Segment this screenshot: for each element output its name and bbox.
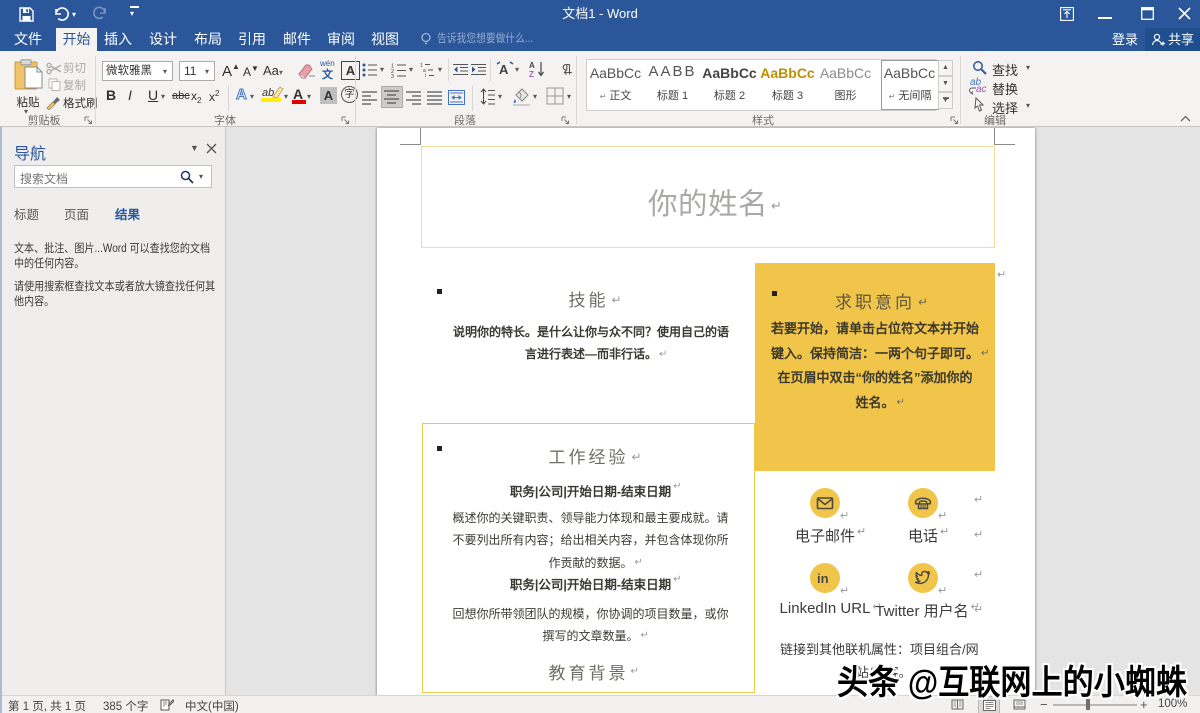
svg-text:A: A [499, 62, 509, 77]
svg-text:in: in [817, 571, 829, 586]
svg-text:Z: Z [529, 70, 534, 78]
svg-text:A: A [529, 61, 535, 70]
svg-text:3: 3 [391, 74, 394, 78]
svg-text:i: i [425, 73, 426, 78]
